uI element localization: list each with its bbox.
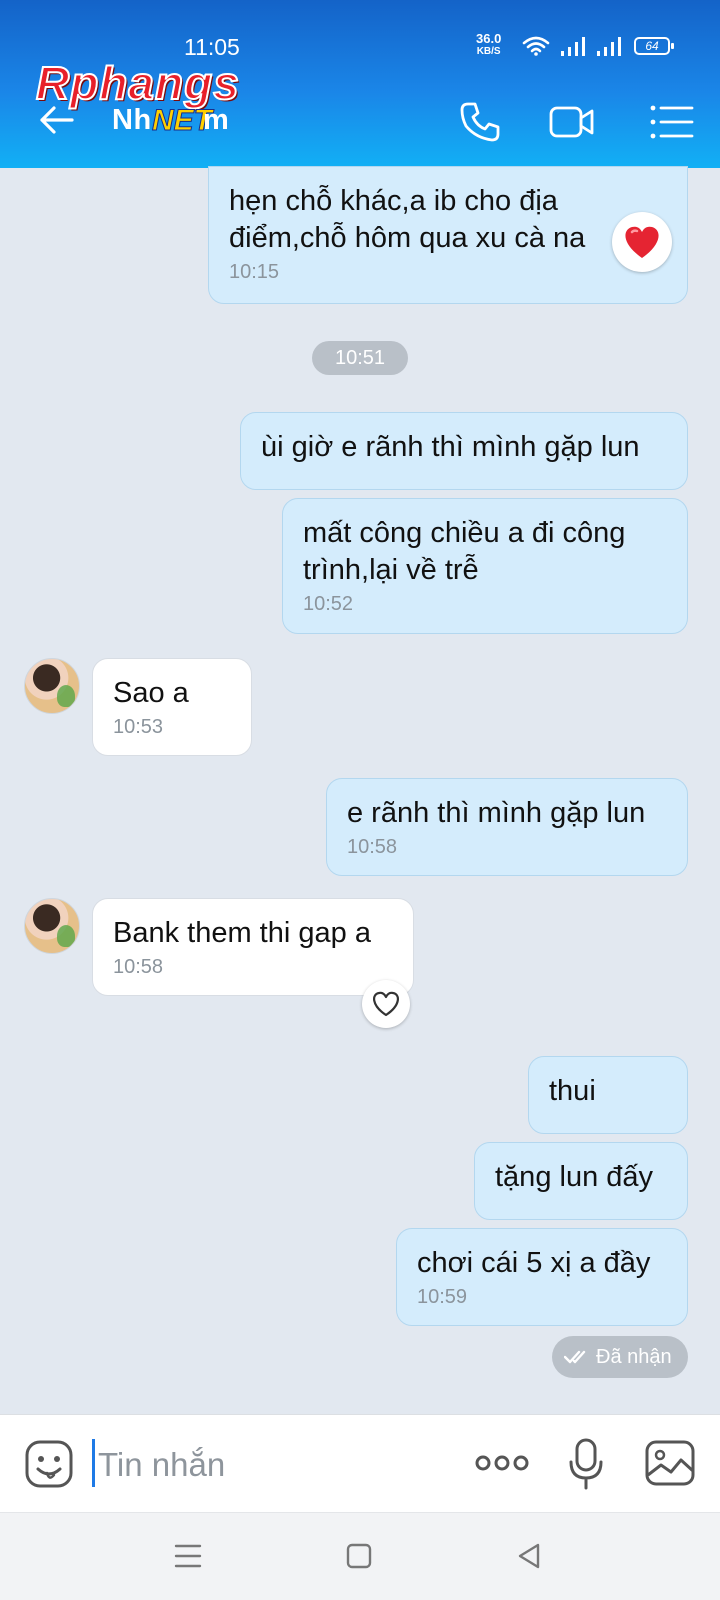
message-time: 10:58	[113, 956, 164, 978]
message-time: 10:53	[113, 716, 164, 738]
red-heart-icon	[625, 226, 659, 258]
contact-name[interactable]: Nh m	[112, 104, 229, 137]
video-camera-icon[interactable]	[548, 98, 596, 146]
delivery-status-badge: Đã nhận	[552, 1336, 688, 1378]
message-text: chơi cái 5 xị a đầy	[417, 1247, 651, 1279]
back-arrow-icon[interactable]	[36, 100, 76, 140]
phone-icon[interactable]	[456, 98, 504, 146]
message-text: ùi giờ e rãnh thì mình gặp lun	[261, 431, 640, 463]
signal-icon	[561, 37, 585, 56]
heart-outline-icon	[373, 991, 399, 1017]
sticker-icon[interactable]	[24, 1439, 74, 1489]
delivery-status-text: Đã nhận	[596, 1346, 672, 1368]
message-text: thui	[549, 1075, 596, 1107]
message-text: e rãnh thì mình gặp lun	[347, 797, 646, 829]
message-bubble-outgoing[interactable]: mất công chiều a đi công trình,lại về tr…	[282, 498, 688, 634]
text-cursor	[92, 1439, 95, 1487]
contact-avatar[interactable]	[24, 898, 80, 954]
microphone-icon[interactable]	[566, 1437, 606, 1491]
double-check-icon	[564, 1350, 586, 1364]
message-text: hẹn chỗ khác,a ib cho địa điểm,chỗ hôm q…	[229, 185, 586, 254]
message-bubble-outgoing[interactable]: tặng lun đấy	[474, 1142, 688, 1220]
message-bubble-outgoing[interactable]: thui	[528, 1056, 688, 1134]
message-text: Bank them thi gap a	[113, 917, 371, 949]
recents-icon[interactable]	[172, 1541, 204, 1571]
message-bubble-incoming[interactable]: Sao a 10:53	[92, 658, 252, 756]
list-menu-icon[interactable]	[648, 98, 696, 146]
message-time: 10:52	[303, 593, 354, 615]
wifi-icon	[522, 36, 550, 56]
photo-icon[interactable]	[644, 1439, 696, 1487]
network-speed: 36.0 KB/S	[476, 32, 501, 58]
contact-avatar[interactable]	[24, 658, 80, 714]
system-navigation-bar	[0, 1512, 720, 1600]
message-text: Sao a	[113, 677, 189, 709]
message-input[interactable]	[98, 1443, 438, 1487]
network-speed-unit: KB/S	[476, 46, 501, 57]
message-text: tặng lun đấy	[495, 1161, 654, 1193]
signal-icon	[597, 37, 621, 56]
message-time: 10:15	[229, 261, 280, 283]
reaction-badge[interactable]	[612, 212, 672, 272]
message-text: mất công chiều a đi công trình,lại về tr…	[303, 517, 626, 586]
battery-icon: 64	[634, 37, 674, 55]
message-composer	[0, 1414, 720, 1512]
time-divider: 10:51	[312, 341, 408, 375]
message-time: 10:59	[417, 1286, 468, 1308]
message-bubble-outgoing[interactable]: e rãnh thì mình gặp lun 10:58	[326, 778, 688, 876]
message-time: 10:58	[347, 836, 398, 858]
more-icon[interactable]	[474, 1445, 530, 1481]
back-icon[interactable]	[514, 1541, 544, 1571]
message-bubble-outgoing[interactable]: ùi giờ e rãnh thì mình gặp lun	[240, 412, 688, 490]
chat-thread[interactable]: hẹn chỗ khác,a ib cho địa điểm,chỗ hôm q…	[0, 166, 720, 1414]
message-bubble-outgoing[interactable]: chơi cái 5 xị a đầy 10:59	[396, 1228, 688, 1326]
react-button[interactable]	[362, 980, 410, 1028]
home-icon[interactable]	[344, 1541, 374, 1571]
app-header: 11:05 36.0 KB/S 64 Rphangs NET Nh m	[0, 0, 720, 168]
network-speed-value: 36.0	[476, 31, 502, 46]
